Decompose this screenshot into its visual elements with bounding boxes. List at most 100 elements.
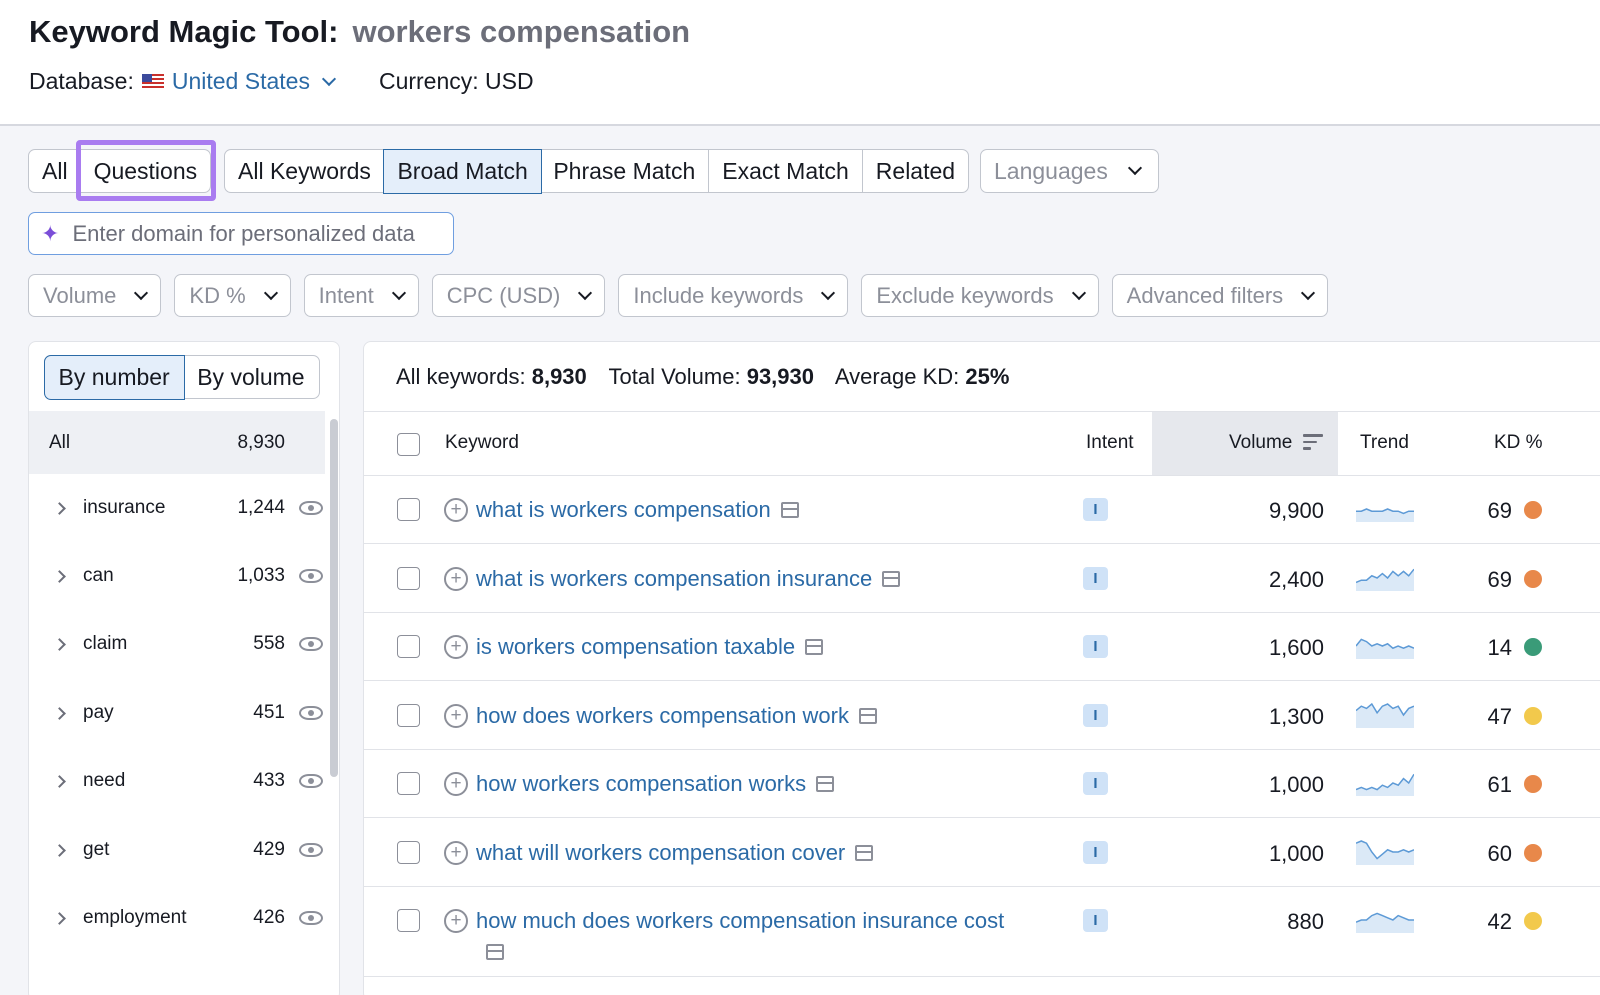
add-to-list-icon[interactable]: +: [444, 909, 468, 933]
keyword-link[interactable]: is workers compensation taxable: [476, 631, 1016, 662]
eye-icon[interactable]: [299, 843, 323, 857]
keyword-link[interactable]: how workers compensation works: [476, 768, 1016, 799]
domain-input[interactable]: ✦ Enter domain for personalized data: [28, 212, 454, 255]
row-checkbox[interactable]: [397, 909, 420, 932]
trend-area: [1356, 840, 1414, 865]
languages-dropdown[interactable]: Languages: [980, 149, 1159, 193]
scrollbar[interactable]: [330, 419, 338, 777]
keyword-link[interactable]: what is workers compensation insurance: [476, 563, 1016, 594]
kd-value: 69: [1487, 566, 1512, 592]
tab-related[interactable]: Related: [863, 150, 968, 192]
intent-badge: I: [1083, 498, 1108, 521]
add-to-list-icon[interactable]: +: [444, 772, 468, 796]
tab-exact-match[interactable]: Exact Match: [709, 150, 863, 192]
filter-cpc[interactable]: CPC (USD): [431, 274, 606, 317]
chevron-right-icon[interactable]: [53, 637, 66, 651]
filter-intent[interactable]: Intent: [303, 274, 419, 317]
keyword-text[interactable]: what will workers compensation cover: [476, 840, 845, 865]
tab-broad-match[interactable]: Broad Match: [383, 148, 542, 194]
serp-features-icon[interactable]: [805, 639, 824, 655]
volume-value: 1,000: [1268, 840, 1324, 866]
group-all[interactable]: All 8,930: [29, 411, 325, 474]
eye-icon[interactable]: [299, 569, 323, 583]
database-selector[interactable]: United States: [172, 68, 310, 95]
column-kd[interactable]: KD %: [1494, 432, 1543, 454]
group-count: 433: [253, 770, 285, 791]
toggle-by-volume[interactable]: By volume: [183, 356, 318, 398]
filter-volume[interactable]: Volume: [28, 274, 162, 317]
group-item[interactable]: claim 558: [29, 610, 325, 678]
filter-exclude-keywords[interactable]: Exclude keywords: [861, 274, 1099, 317]
add-to-list-icon[interactable]: +: [444, 566, 468, 591]
chevron-right-icon[interactable]: [53, 843, 66, 857]
column-keyword[interactable]: Keyword: [445, 432, 519, 454]
keyword-text[interactable]: how workers compensation works: [476, 771, 806, 796]
total-volume-label: Total Volume:: [608, 364, 741, 389]
keyword-text[interactable]: how does workers compensation work: [476, 703, 849, 728]
serp-features-icon[interactable]: [882, 570, 901, 587]
keyword-text[interactable]: how much does workers compensation insur…: [476, 908, 1004, 933]
us-flag-icon: [141, 74, 164, 89]
group-item[interactable]: insurance 1,244: [29, 474, 325, 542]
eye-icon[interactable]: [299, 501, 323, 515]
serp-features-icon[interactable]: [855, 844, 874, 861]
group-sort-toggle: By number By volume: [43, 354, 320, 400]
serp-features-icon[interactable]: [486, 944, 504, 960]
select-all-checkbox[interactable]: [397, 433, 420, 456]
keyword-link[interactable]: how does workers compensation work: [476, 700, 1016, 731]
row-checkbox[interactable]: [397, 566, 420, 590]
keyword-text[interactable]: what is workers compensation: [476, 497, 771, 522]
keyword-link[interactable]: how much does workers compensation insur…: [476, 905, 1016, 967]
eye-icon[interactable]: [299, 637, 323, 651]
add-to-list-icon[interactable]: +: [444, 703, 468, 728]
sort-descending-icon[interactable]: [1303, 434, 1323, 450]
chevron-right-icon[interactable]: [53, 501, 66, 515]
row-checkbox[interactable]: [397, 635, 420, 658]
keyword-link[interactable]: what is workers compensation: [476, 494, 1016, 525]
keyword-link[interactable]: what will workers compensation cover: [476, 837, 1016, 868]
tab-questions[interactable]: Questions: [81, 150, 211, 192]
filter-advanced[interactable]: Advanced filters: [1111, 274, 1329, 317]
serp-features-icon[interactable]: [780, 502, 799, 518]
serp-features-icon[interactable]: [858, 707, 877, 724]
chevron-right-icon[interactable]: [53, 706, 66, 720]
chevron-right-icon[interactable]: [53, 774, 66, 788]
tab-all[interactable]: All: [29, 150, 81, 192]
keyword-text[interactable]: is workers compensation taxable: [476, 634, 795, 659]
chevron-right-icon[interactable]: [53, 911, 66, 925]
title-row: Keyword Magic Tool: workers compensation: [29, 14, 690, 50]
chevron-right-icon[interactable]: [53, 569, 66, 583]
column-trend[interactable]: Trend: [1360, 432, 1409, 454]
add-to-list-icon[interactable]: +: [444, 498, 468, 522]
toggle-by-number[interactable]: By number: [43, 354, 185, 400]
add-to-list-icon[interactable]: +: [444, 840, 468, 865]
row-checkbox[interactable]: [397, 772, 420, 795]
trend-area: [1356, 639, 1414, 659]
row-checkbox[interactable]: [397, 840, 420, 864]
column-intent[interactable]: Intent: [1086, 432, 1134, 454]
filter-include-keywords[interactable]: Include keywords: [618, 274, 849, 317]
chevron-down-icon[interactable]: [321, 71, 337, 86]
eye-icon[interactable]: [299, 911, 323, 925]
tab-all-keywords[interactable]: All Keywords: [225, 150, 385, 192]
group-item[interactable]: need 433: [29, 747, 325, 815]
add-to-list-icon[interactable]: +: [444, 635, 468, 659]
row-checkbox[interactable]: [397, 498, 420, 521]
tab-phrase-match[interactable]: Phrase Match: [540, 150, 710, 192]
column-volume[interactable]: Volume: [1229, 432, 1292, 454]
kd-difficulty-dot: [1524, 706, 1542, 725]
group-item[interactable]: get 429: [29, 816, 325, 884]
group-item[interactable]: pay 451: [29, 679, 325, 747]
trend-sparkline: [1356, 702, 1414, 728]
eye-icon[interactable]: [299, 774, 323, 788]
group-count: 451: [253, 702, 285, 723]
keyword-text[interactable]: what is workers compensation insurance: [476, 566, 872, 591]
row-checkbox[interactable]: [397, 703, 420, 727]
filter-kd[interactable]: KD %: [174, 274, 291, 317]
database-label: Database:: [29, 68, 134, 94]
eye-icon[interactable]: [299, 706, 323, 720]
group-item[interactable]: can 1,033: [29, 542, 325, 610]
chevron-down-icon: [263, 285, 278, 300]
group-item[interactable]: employment 426: [29, 884, 325, 952]
serp-features-icon[interactable]: [816, 776, 835, 792]
